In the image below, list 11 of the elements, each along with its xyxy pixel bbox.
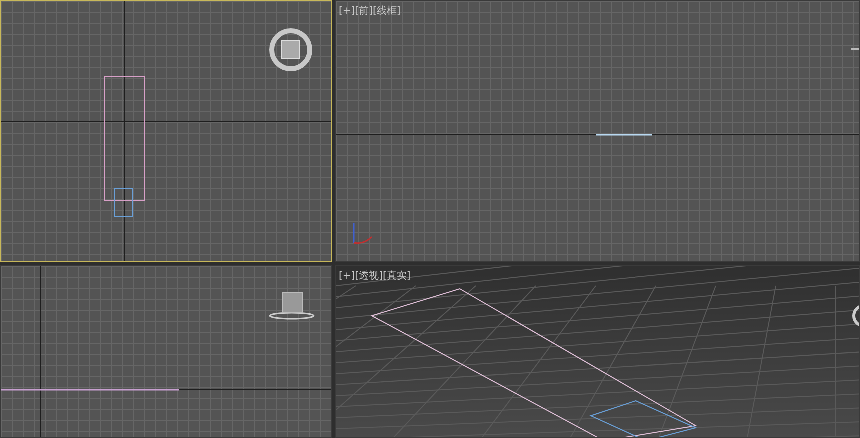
viewport[interactable]: [+][前][线框] xyxy=(335,0,860,262)
view-cube-icon[interactable] xyxy=(269,292,315,320)
view-cube-icon[interactable] xyxy=(270,28,312,72)
viewport[interactable]: [+][透视][真实] xyxy=(335,265,860,438)
viewport-label[interactable]: [+][前][线框] xyxy=(339,4,401,18)
viewport-label[interactable]: [+][透视][真实] xyxy=(339,269,411,283)
viewport[interactable] xyxy=(0,0,332,262)
line-segment xyxy=(596,134,652,136)
view-cube-icon[interactable] xyxy=(852,304,859,328)
axis-tripod-icon xyxy=(353,223,373,244)
line-segment xyxy=(851,48,859,50)
